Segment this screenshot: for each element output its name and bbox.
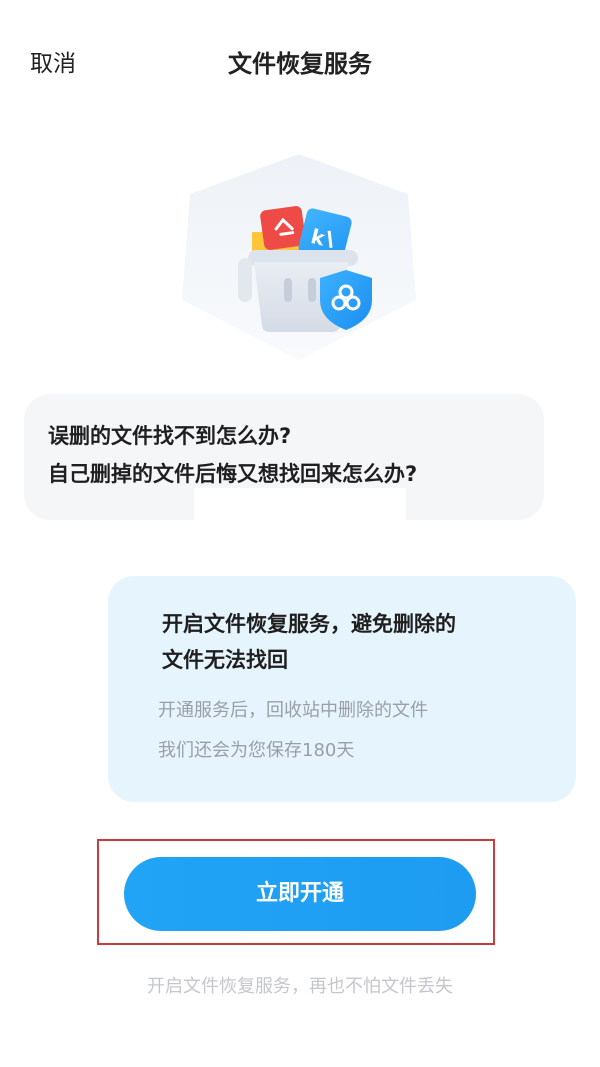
promo-bubble: 开启文件恢复服务，避免删除的 文件无法找回 开通服务后，回收站中删除的文件 我们…	[108, 576, 576, 802]
footer-note: 开启文件恢复服务，再也不怕文件丢失	[147, 976, 453, 997]
question-line-1: 误删的文件找不到怎么办?	[48, 424, 292, 448]
promo-desc-line-2: 我们还会为您保存180天	[158, 740, 355, 761]
page-title: 文件恢复服务	[228, 50, 372, 78]
top-nav-bar: 取消 文件恢复服务	[0, 0, 600, 120]
promo-headline: 开启文件恢复服务，避免删除的 文件无法找回	[162, 606, 562, 678]
trash-bin-with-files-icon: k	[182, 154, 416, 360]
file-recovery-page: 取消 文件恢复服务 k 误删的文件找不到怎么办? 自己删掉的文件后悔又想找回来怎…	[0, 0, 600, 1067]
trash-bin-illustration: k	[168, 150, 430, 365]
promo-headline-line-2: 文件无法找回	[162, 648, 288, 672]
promo-desc-line-1: 开通服务后，回收站中删除的文件	[158, 700, 428, 721]
activate-now-button[interactable]: 立即开通	[124, 857, 476, 931]
question-line-2: 自己删掉的文件后悔又想找回来怎么办?	[48, 462, 418, 486]
promo-headline-line-1: 开启文件恢复服务，避免删除的	[162, 612, 456, 636]
